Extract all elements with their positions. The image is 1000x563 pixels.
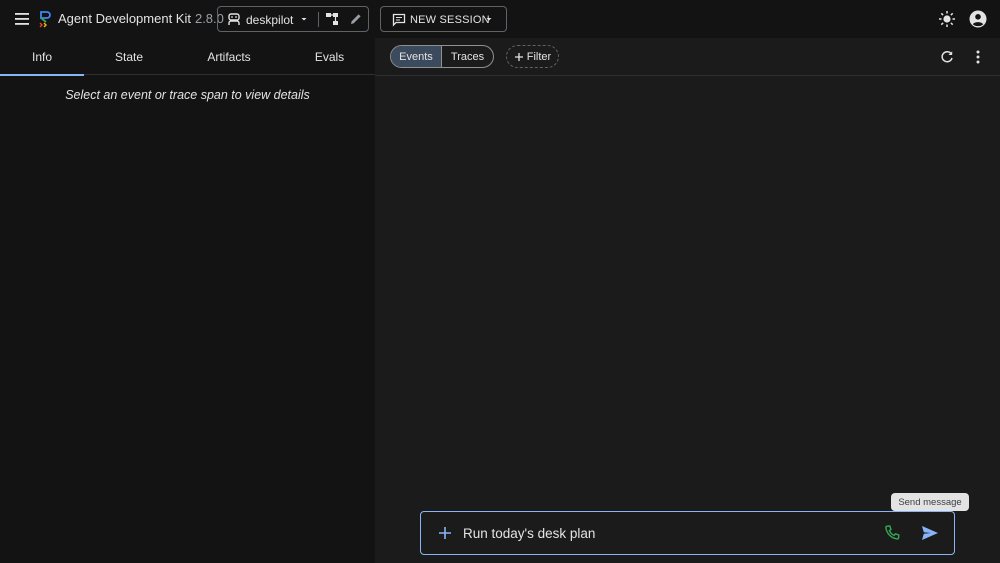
graph-icon[interactable]	[325, 12, 339, 26]
events-toolbar: Events Traces Filter	[375, 38, 1000, 76]
agent-selector: deskpilot	[217, 6, 369, 32]
send-message-tooltip: Send message	[891, 493, 969, 511]
app-title: Agent Development Kit 2.8.0	[58, 11, 224, 26]
events-toggle[interactable]: Events	[391, 46, 442, 67]
message-input[interactable]	[463, 523, 863, 543]
message-composer	[420, 511, 955, 555]
agent-name[interactable]: deskpilot	[246, 13, 293, 27]
account-circle-icon[interactable]	[968, 9, 988, 29]
phone-icon[interactable]	[883, 524, 901, 542]
send-icon[interactable]	[920, 524, 940, 542]
chevron-down-icon[interactable]	[298, 13, 310, 25]
tab-info[interactable]: Info	[0, 38, 84, 76]
tab-evals[interactable]: Evals	[284, 38, 375, 75]
robot-icon	[227, 12, 241, 26]
sun-icon[interactable]	[938, 10, 956, 28]
chevron-down-icon	[483, 13, 495, 25]
side-tabs: Info State Artifacts Evals	[0, 38, 375, 76]
filter-button[interactable]: Filter	[506, 45, 559, 68]
refresh-icon[interactable]	[939, 49, 955, 65]
top-bar: Agent Development Kit 2.8.0 deskpilot NEW…	[0, 0, 1000, 38]
divider	[318, 12, 319, 27]
new-session-button[interactable]: NEW SESSION	[380, 6, 507, 32]
traces-toggle[interactable]: Traces	[442, 46, 493, 67]
menu-icon[interactable]	[12, 9, 32, 29]
adk-logo-icon	[38, 10, 52, 28]
plus-icon[interactable]	[437, 525, 453, 541]
pencil-icon[interactable]	[349, 12, 363, 26]
app-title-text: Agent Development Kit	[58, 11, 191, 26]
more-vert-icon[interactable]	[970, 49, 986, 65]
new-session-label: NEW SESSION	[410, 14, 490, 26]
filter-label: Filter	[526, 50, 552, 63]
right-panel: Events Traces Filter Send message	[375, 38, 1000, 563]
tab-artifacts[interactable]: Artifacts	[174, 38, 284, 75]
view-toggle: Events Traces	[390, 45, 494, 68]
empty-details-message: Select an event or trace span to view de…	[65, 88, 310, 102]
plus-icon	[514, 52, 523, 61]
left-panel: Info State Artifacts Evals Select an eve…	[0, 38, 375, 563]
tab-state[interactable]: State	[84, 38, 174, 75]
chat-icon	[392, 13, 406, 27]
